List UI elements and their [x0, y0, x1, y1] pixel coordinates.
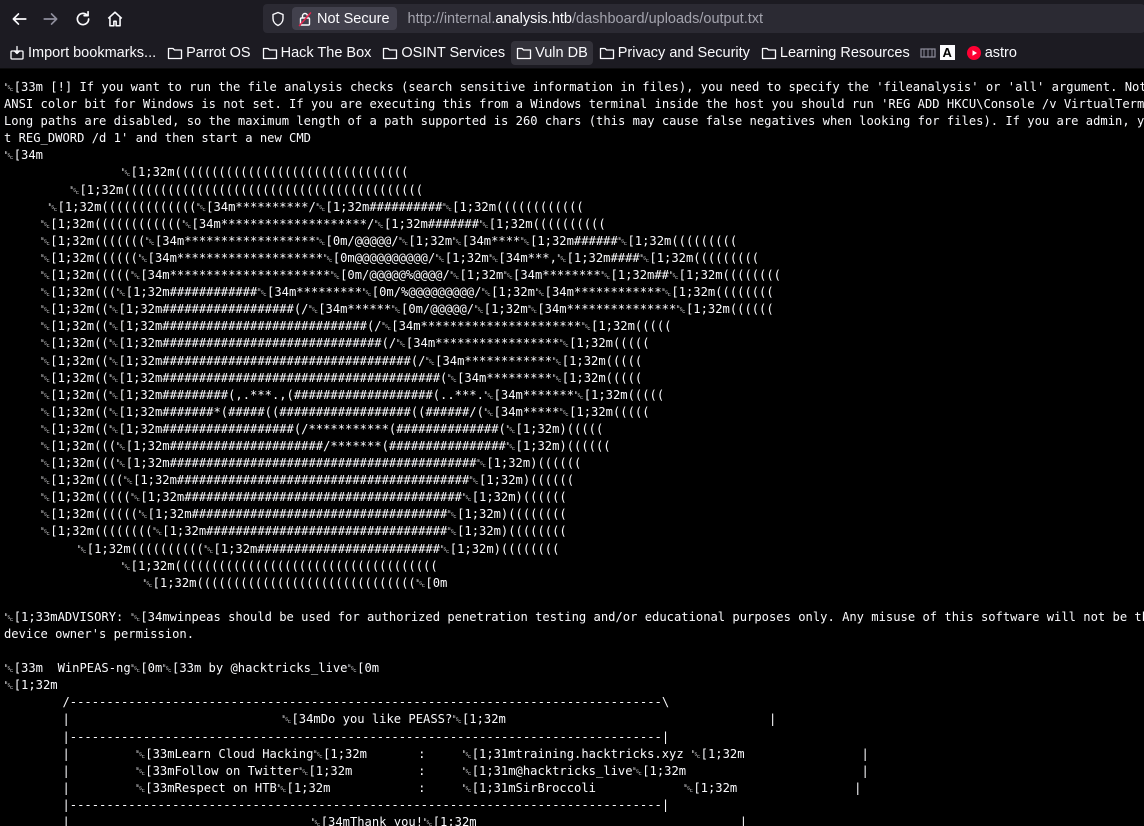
text-line: ␛[1;32m((␛[1;32m########################… — [4, 370, 643, 385]
folder-icon — [262, 47, 277, 59]
bookmark-label: Privacy and Security — [617, 44, 750, 61]
url-path: /dashboard/uploads/output.txt — [571, 10, 764, 27]
url-host: analysis.htb — [495, 10, 572, 27]
text-line: ␛[1;32m(((((((((((((((((((((((((((((((((… — [4, 558, 438, 573]
bookmark-folder-privacy-and-security[interactable]: Privacy and Security — [594, 41, 755, 65]
bookmark-import[interactable]: Import bookmarks... — [4, 41, 161, 65]
text-line: ␛[1;32m((␛[1;32m#######*(#####((########… — [4, 404, 650, 419]
bookmark-folder-hack-the-box[interactable]: Hack The Box — [257, 41, 377, 65]
text-line: ␛[1;32m(((((((((((((((((((((((((((((((( — [4, 165, 409, 180]
folder-icon — [167, 47, 183, 59]
file-content: ␛[33m [!] If you want to run the file an… — [0, 69, 1144, 826]
text-line: ␛[1;32m((((((␛[34m********************␛[… — [4, 250, 760, 265]
bookmark-label: astro — [984, 44, 1017, 61]
text-line: ␛[1;32m((((((((␛[1;32m##################… — [4, 524, 567, 539]
reload-button[interactable] — [67, 4, 99, 34]
folder-icon — [383, 47, 398, 59]
bookmark-label: Learning Resources — [779, 44, 910, 61]
text-line: | ␛[33mRespect on HTB␛[1;32m : ␛[1;31mSi… — [4, 780, 862, 795]
text-line: ␛[1;32m((((␛[1;32m######################… — [4, 473, 575, 488]
browser-toolbar: Not Secure http://internal.analysis.htb/… — [0, 0, 1144, 37]
bookmark-favicon-icon[interactable] — [920, 46, 936, 60]
tracking-protection-icon[interactable] — [270, 11, 286, 27]
url-prefix: http://internal. — [407, 10, 496, 27]
address-bar[interactable]: Not Secure http://internal.analysis.htb/… — [263, 4, 1144, 33]
bookmark-folder-vuln-db[interactable]: Vuln DB — [511, 40, 593, 65]
text-line: ␛[1;32m((((((((((((((((((((((((((((((␛[0… — [4, 575, 448, 590]
bookmark-astro[interactable]: astro — [961, 41, 1022, 65]
text-line: ␛[33m [!] If you want to run the file an… — [4, 80, 1144, 94]
url-text[interactable]: http://internal.analysis.htb/dashboard/u… — [408, 11, 764, 27]
text-line: |---------------------------------------… — [4, 797, 670, 812]
text-line: | ␛[33mFollow on Twitter␛[1;32m : ␛[1;31… — [4, 763, 869, 778]
bookmark-folder-osint-services[interactable]: OSINT Services — [377, 41, 510, 65]
text-line — [4, 592, 1144, 609]
bookmark-label: Hack The Box — [280, 44, 372, 61]
home-icon — [107, 10, 123, 27]
bookmark-folder-learning-resources[interactable]: Learning Resources — [756, 41, 915, 65]
bookmark-label: Import bookmarks... — [28, 44, 157, 61]
text-line: ␛[34m — [4, 148, 43, 163]
text-line: ␛[1;33mADVISORY: ␛[34mwinpeas should be … — [4, 609, 1144, 624]
bookmark-label: Vuln DB — [535, 44, 588, 61]
document-viewport[interactable]: ␛[33m [!] If you want to run the file an… — [0, 69, 1144, 826]
insecure-lock-icon — [298, 11, 312, 26]
folder-icon — [516, 47, 532, 59]
bookmark-folder-parrot-os[interactable]: Parrot OS — [162, 41, 255, 65]
text-line: ␛[1;32m(((((␛[34m**********************␛… — [4, 268, 781, 283]
bookmark-label: Parrot OS — [186, 44, 251, 61]
text-line: | ␛[34mDo you like PEASS?␛[1;32m | — [4, 712, 777, 727]
text-line: ␛[1;32m((((((␛[1;32m####################… — [4, 507, 567, 522]
text-line: ␛[1;32m(((((((((((((((((((((((((((((((((… — [4, 182, 424, 197]
security-indicator[interactable]: Not Secure — [292, 7, 397, 30]
text-line: ␛[1;32m(((((((((((((␛[34m**********/␛[1;… — [4, 199, 584, 214]
text-line: | ␛[34mThank you!␛[1;32m | — [4, 815, 748, 826]
bookmark-a-logo-icon[interactable]: A — [939, 45, 955, 60]
text-line: ␛[1;32m((((((((((␛[1;32m################… — [4, 541, 560, 556]
text-line: ␛[1;32m(((((((␛[34m******************␛[0… — [4, 233, 738, 248]
bookmarks-toolbar: Import bookmarks... Parrot OS Hack The B… — [0, 37, 1144, 69]
text-line: |---------------------------------------… — [4, 729, 670, 744]
back-button[interactable] — [3, 4, 35, 34]
import-icon — [10, 45, 24, 60]
text-line: /---------------------------------------… — [4, 695, 670, 710]
text-line: device owner's permission. — [4, 627, 195, 641]
reload-icon — [76, 10, 90, 25]
text-line: ␛[1;32m — [4, 678, 58, 693]
text-line: ␛[1;32m((␛[1;32m##################(/␛[34… — [4, 302, 774, 317]
text-line — [4, 643, 1144, 660]
text-line: t REG_DWORD /d 1' and then start a new C… — [4, 131, 311, 146]
arrow-right-icon — [43, 12, 58, 25]
text-line: ␛[1;32m(((((␛[1;32m#####################… — [4, 490, 567, 505]
forward-button[interactable] — [35, 4, 67, 34]
text-line: ␛[1;32m((␛[1;32m#########(,.***.,(######… — [4, 387, 665, 402]
text-line: ␛[1;32m((␛[1;32m########################… — [4, 336, 650, 351]
folder-icon — [599, 47, 614, 59]
text-line: ␛[1;32m(((␛[1;32m############␛[34m******… — [4, 285, 774, 300]
security-label: Not Secure — [317, 10, 390, 27]
text-line: ␛[1;32m(((␛[1;32m#######################… — [4, 456, 582, 471]
text-line: Long paths are disabled, so the maximum … — [4, 114, 1144, 129]
text-line: ␛[1;32m((␛[1;32m########################… — [4, 319, 672, 334]
arrow-left-icon — [12, 12, 27, 25]
text-line: ␛[1;32m((((((((((((␛[34m****************… — [4, 216, 606, 231]
text-line: ␛[1;32m(((␛[1;32m#####################/*… — [4, 438, 611, 453]
home-button[interactable] — [99, 4, 131, 34]
folder-icon — [761, 47, 777, 59]
youtube-icon — [966, 45, 981, 60]
text-line: | ␛[33mLearn Cloud Hacking␛[1;32m : ␛[1;… — [4, 746, 869, 761]
text-line: ␛[33m WinPEAS-ng␛[0m␛[33m by @hacktricks… — [4, 661, 380, 676]
text-line: ␛[1;32m((␛[1;32m##################(/****… — [4, 421, 604, 436]
text-line: ANSI color bit for Windows is not set. I… — [4, 97, 1144, 112]
bookmark-label: OSINT Services — [401, 44, 506, 61]
text-line: ␛[1;32m((␛[1;32m########################… — [4, 353, 643, 368]
